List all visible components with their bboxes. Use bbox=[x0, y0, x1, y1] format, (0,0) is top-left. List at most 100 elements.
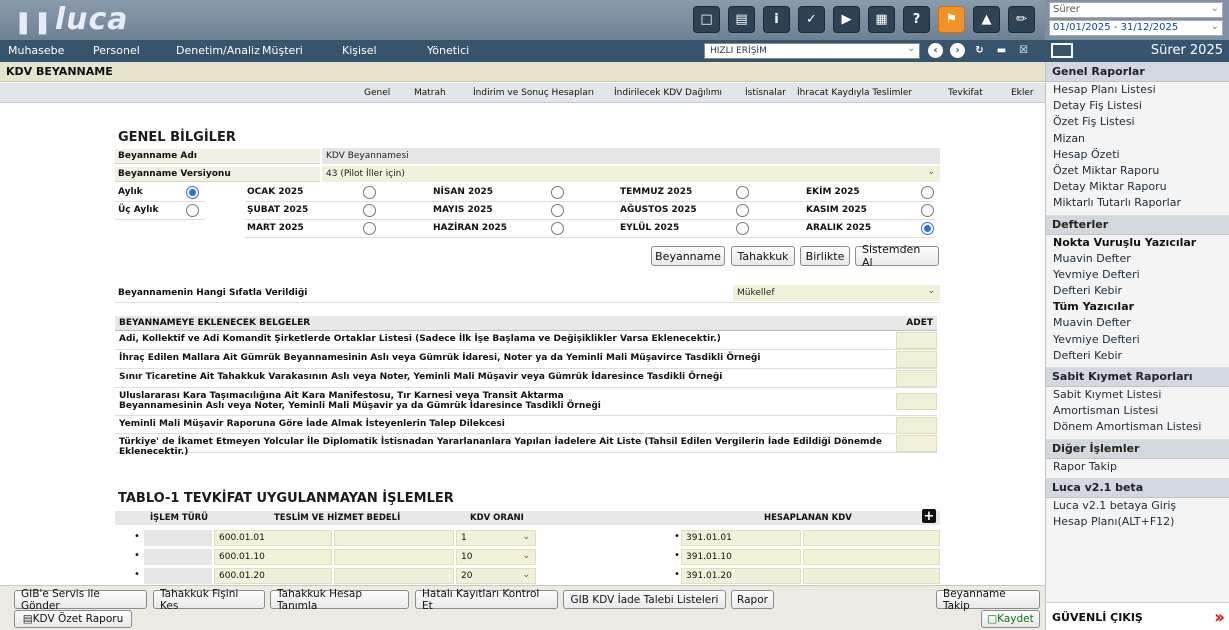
teslim-cell[interactable]: 600.01.01 bbox=[214, 530, 332, 546]
kdv-rate-select[interactable]: 20 ⌄ bbox=[456, 568, 536, 584]
sidebar-item[interactable]: Detay Miktar Raporu bbox=[1046, 179, 1229, 195]
month-radio-mart[interactable] bbox=[363, 222, 376, 235]
kdv-rate-select[interactable]: 1 ⌄ bbox=[456, 530, 536, 546]
sidebar-item[interactable]: Muavin Defter bbox=[1046, 315, 1229, 331]
quarterly-radio[interactable] bbox=[186, 204, 199, 217]
tab-ihracat[interactable]: İhracat Kaydıyla Teslimler bbox=[797, 88, 912, 98]
tab-ekler[interactable]: Ekler bbox=[1011, 88, 1034, 98]
sidebar-item[interactable]: Miktarlı Tutarlı Raporlar bbox=[1046, 195, 1229, 211]
gib-kdv-iade-button[interactable]: GIB KDV İade Talebi Listeleri bbox=[563, 590, 726, 609]
back-icon[interactable]: ‹ bbox=[928, 43, 943, 58]
hesaplanan-amount[interactable] bbox=[803, 568, 940, 584]
tab-indirim-sonuc[interactable]: İndirim ve Sonuç Hesapları bbox=[473, 88, 594, 98]
rapor-button[interactable]: Rapor bbox=[731, 590, 774, 609]
birlikte-button[interactable]: Birlikte bbox=[800, 246, 850, 266]
teslim-amount[interactable] bbox=[334, 549, 454, 565]
panel-toggle-icon[interactable] bbox=[1051, 43, 1073, 58]
declaration-version-select[interactable]: 43 (Pilot İller için) ⌄ bbox=[322, 166, 940, 182]
refresh-icon[interactable]: ↻ bbox=[972, 43, 987, 58]
month-radio-aralik[interactable] bbox=[921, 222, 934, 235]
hesaplanan-amount[interactable] bbox=[803, 549, 940, 565]
hesaplanan-cell[interactable]: 391.01.20 bbox=[681, 568, 801, 584]
menu-musteri[interactable]: Müşteri bbox=[262, 44, 303, 57]
kdv-rate-select[interactable]: 10 ⌄ bbox=[456, 549, 536, 565]
sidebar-item[interactable]: Hesap Planı Listesi bbox=[1046, 82, 1229, 98]
month-radio-kasim[interactable] bbox=[921, 204, 934, 217]
menu-denetim-analiz[interactable]: Denetim/Analiz bbox=[176, 44, 260, 57]
kdv-ozet-raporu-button[interactable]: ▤ KDV Özet Raporu bbox=[14, 610, 132, 628]
sidebar-item[interactable]: Rapor Takip bbox=[1046, 459, 1229, 475]
sidebar-item[interactable]: Hesap Özeti bbox=[1046, 147, 1229, 163]
secure-logout[interactable]: GÜVENLİ ÇIKIŞ ›› bbox=[1045, 602, 1229, 630]
sidebar-item[interactable]: Sabit Kıymet Listesi bbox=[1046, 387, 1229, 403]
book-icon[interactable]: ▤ bbox=[728, 6, 755, 33]
sidebar-item[interactable]: Yevmiye Defteri bbox=[1046, 332, 1229, 348]
youtube-icon[interactable]: ▶ bbox=[833, 6, 860, 33]
info-icon[interactable]: i bbox=[763, 6, 790, 33]
sistemden-al-button[interactable]: Sistemden Al bbox=[855, 243, 939, 269]
adet-input[interactable] bbox=[896, 332, 937, 349]
user-select[interactable]: Sürer ⌄ bbox=[1049, 2, 1223, 18]
tahakkuk-hesap-tanimla-button[interactable]: Tahakkuk Hesap Tanımla bbox=[270, 588, 409, 612]
sidebar-item[interactable]: Özet Miktar Raporu bbox=[1046, 163, 1229, 179]
notebook-icon[interactable]: ✏ bbox=[1008, 6, 1035, 33]
monthly-radio[interactable] bbox=[186, 186, 199, 199]
sidebar-item[interactable]: Amortisman Listesi bbox=[1046, 403, 1229, 419]
beyanname-button[interactable]: Beyanname bbox=[651, 246, 725, 266]
kaydet-button[interactable]: □ Kaydet bbox=[981, 610, 1040, 628]
menu-yonetici[interactable]: Yönetici bbox=[427, 44, 469, 57]
gib-servis-gonder-button[interactable]: GIB'e Servis ile Gönder bbox=[14, 588, 147, 612]
close-window-icon[interactable]: ☒ bbox=[1016, 43, 1031, 58]
teslim-amount[interactable] bbox=[334, 568, 454, 584]
adet-input[interactable] bbox=[896, 370, 937, 387]
month-radio-haziran[interactable] bbox=[551, 222, 564, 235]
month-radio-ekim[interactable] bbox=[921, 186, 934, 199]
tab-istisnalar[interactable]: İstisnalar bbox=[745, 88, 786, 98]
month-radio-eylul[interactable] bbox=[736, 222, 749, 235]
tahakkuk-fisini-kes-button[interactable]: Tahakkuk Fişini Kes bbox=[153, 588, 265, 612]
teslim-amount[interactable] bbox=[334, 530, 454, 546]
menu-kisisel[interactable]: Kişisel bbox=[342, 44, 377, 57]
calculator-icon[interactable]: ▦ bbox=[868, 6, 895, 33]
teslim-cell[interactable]: 600.01.10 bbox=[214, 549, 332, 565]
period-select[interactable]: 01/01/2025 - 31/12/2025 ⌄ bbox=[1049, 20, 1223, 36]
sidebar-item[interactable]: Muavin Defter bbox=[1046, 251, 1229, 267]
sidebar-item[interactable]: Dönem Amortisman Listesi bbox=[1046, 419, 1229, 435]
sidebar-item[interactable]: Hesap Planı(ALT+F12) bbox=[1046, 514, 1229, 530]
month-radio-nisan[interactable] bbox=[551, 186, 564, 199]
sidebar-item[interactable]: Defteri Kebir bbox=[1046, 348, 1229, 364]
menu-personel[interactable]: Personel bbox=[93, 44, 140, 57]
hesaplanan-cell[interactable]: 391.01.01 bbox=[681, 530, 801, 546]
bell-icon[interactable]: ▲ bbox=[973, 6, 1000, 33]
forward-icon[interactable]: › bbox=[950, 43, 965, 58]
megaphone-icon[interactable]: ⚑ bbox=[938, 6, 965, 33]
tab-matrah[interactable]: Matrah bbox=[414, 88, 446, 98]
note-icon[interactable]: □ bbox=[693, 6, 720, 33]
tahakkuk-button[interactable]: Tahakkuk bbox=[731, 246, 795, 266]
hatali-kayitlar-button[interactable]: Hatalı Kayıtları Kontrol Et bbox=[415, 588, 558, 612]
month-radio-mayis[interactable] bbox=[551, 204, 564, 217]
sidebar-item[interactable]: Özet Fiş Listesi bbox=[1046, 114, 1229, 130]
tab-indirilecek-kdv[interactable]: İndirilecek KDV Dağılımı bbox=[614, 88, 722, 98]
sidebar-item[interactable]: Luca v2.1 betaya Giriş bbox=[1046, 498, 1229, 514]
help-circle-icon[interactable]: ✓ bbox=[798, 6, 825, 33]
minimize-window-icon[interactable]: ▬ bbox=[994, 43, 1009, 58]
luca-logo[interactable]: ❚❚luca bbox=[14, 2, 129, 37]
adet-input[interactable] bbox=[896, 417, 937, 434]
hesaplanan-amount[interactable] bbox=[803, 530, 940, 546]
teslim-cell[interactable]: 600.01.20 bbox=[214, 568, 332, 584]
sidebar-item[interactable]: Defteri Kebir bbox=[1046, 283, 1229, 299]
month-radio-temmuz[interactable] bbox=[736, 186, 749, 199]
hesaplanan-cell[interactable]: 391.01.10 bbox=[681, 549, 801, 565]
month-radio-agustos[interactable] bbox=[736, 204, 749, 217]
beyanname-takip-button[interactable]: Beyanname Takip bbox=[936, 588, 1040, 612]
adet-input[interactable] bbox=[896, 393, 937, 410]
adet-input[interactable] bbox=[896, 435, 937, 452]
capacity-select[interactable]: Mükellef ⌄ bbox=[733, 285, 940, 301]
month-radio-subat[interactable] bbox=[363, 204, 376, 217]
tab-tevkifat[interactable]: Tevkifat bbox=[948, 88, 983, 98]
month-radio-ocak[interactable] bbox=[363, 186, 376, 199]
tab-genel[interactable]: Genel bbox=[364, 88, 390, 98]
sidebar-item[interactable]: Detay Fiş Listesi bbox=[1046, 98, 1229, 114]
quick-access-select[interactable]: HIZLI ERİŞİM ⌄ bbox=[704, 43, 920, 59]
